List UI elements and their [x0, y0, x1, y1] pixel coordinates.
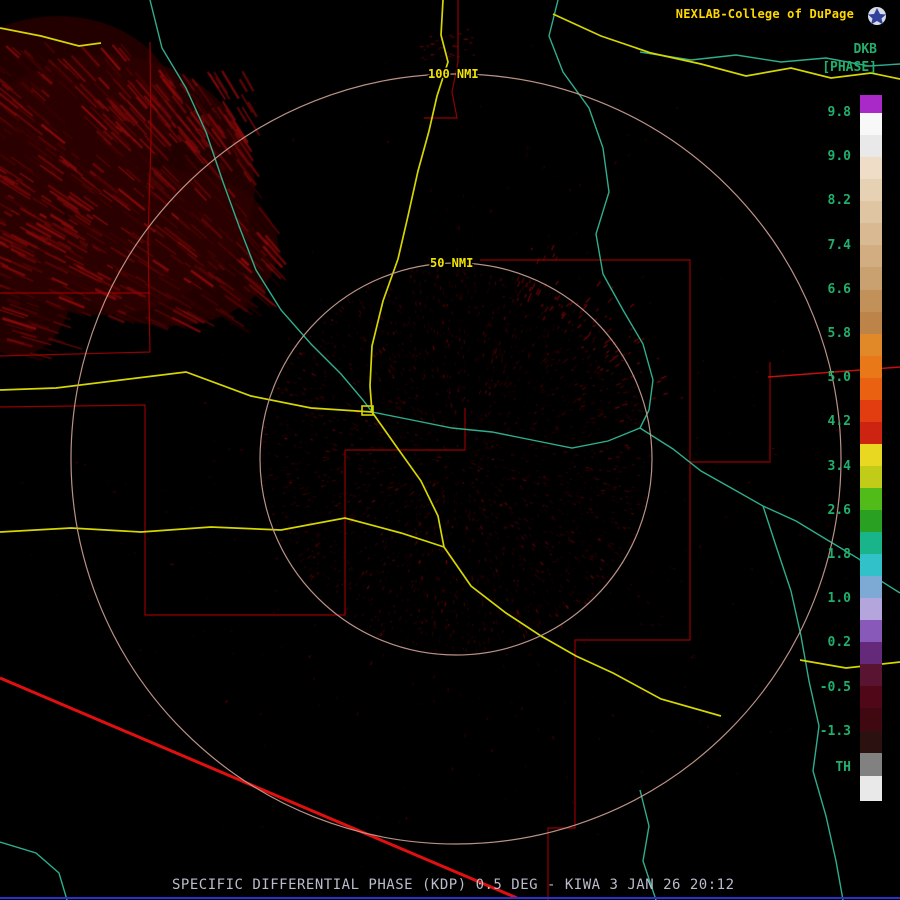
county-boundaries	[0, 0, 900, 900]
highway-path	[799, 659, 900, 669]
range-ring-label-50nmi: 50 NMI	[430, 256, 473, 270]
range-ring-circle	[70, 73, 842, 845]
colorbar-unit-label: DKB	[853, 42, 877, 57]
branding-text: NEXLAB-College of DuPage	[675, 7, 854, 21]
radar-screen: 100 NMI 50 NMI NEXLAB-College of DuPage …	[0, 0, 900, 900]
river-path	[762, 505, 844, 900]
river-path	[0, 841, 68, 900]
colorbar-phase-label: [PHASE]	[822, 60, 877, 75]
cod-logo-icon	[868, 7, 886, 25]
status-underline	[0, 897, 900, 899]
county-line	[424, 0, 459, 119]
river-path	[371, 411, 641, 449]
highway-path	[0, 517, 445, 548]
county-line	[0, 404, 346, 616]
international-border-line	[0, 676, 518, 900]
county-line	[0, 41, 152, 357]
colorbar	[860, 95, 882, 801]
highway-path	[369, 0, 449, 413]
county-line	[690, 362, 771, 463]
county-line	[480, 259, 691, 900]
colorbar-th-label: TH	[835, 760, 851, 775]
river-path	[548, 0, 654, 429]
highway-path	[371, 411, 722, 717]
highway-path	[0, 27, 102, 47]
branding: NEXLAB-College of DuPage	[676, 7, 854, 21]
range-rings	[70, 73, 842, 845]
river-path	[149, 0, 373, 413]
status-bar-text: SPECIFIC DIFFERENTIAL PHASE (KDP) 0.5 DE…	[172, 877, 735, 893]
map-overlay: 100 NMI 50 NMI	[0, 0, 900, 900]
range-ring-circle	[259, 262, 653, 656]
highways	[0, 0, 900, 717]
range-ring-label-100nmi: 100 NMI	[428, 67, 479, 81]
